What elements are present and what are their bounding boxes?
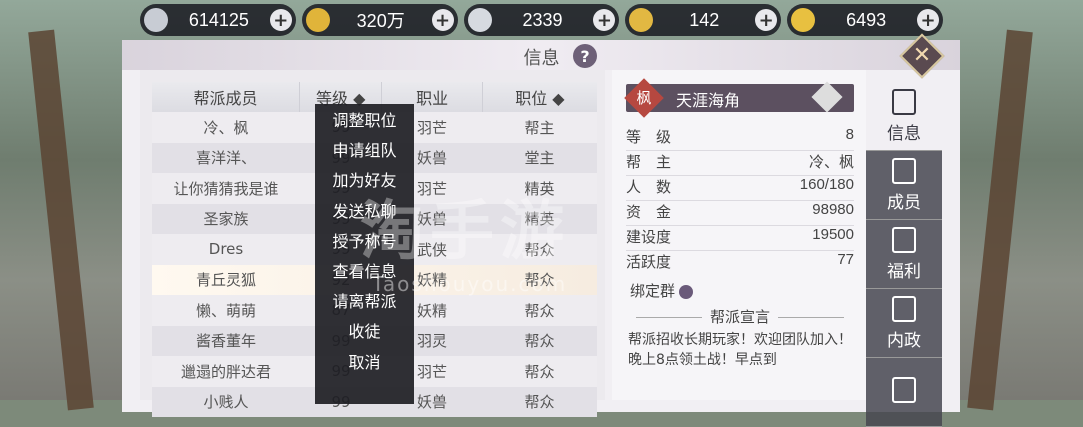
tab-more[interactable] (866, 358, 942, 427)
welfare-icon (892, 226, 916, 253)
member-position: 帮众 (524, 332, 555, 351)
add-resource-button[interactable]: + (755, 9, 778, 31)
watermark-url: Taoshouyou.com (372, 272, 568, 296)
member-name: 喜洋洋、 (195, 149, 256, 168)
silver-coin-icon (144, 8, 168, 32)
add-resource-button[interactable]: + (593, 9, 616, 31)
member-position: 帮众 (524, 301, 555, 320)
guild-badge: 枫 (624, 78, 664, 118)
background-pole-left (28, 29, 94, 411)
bind-group-link[interactable]: 绑定群 (630, 280, 694, 301)
add-resource-button[interactable]: + (269, 9, 292, 31)
stat-value: 98980 (812, 201, 854, 218)
watermark: 淘手游 (360, 195, 570, 269)
stat-label: 等 级 (626, 128, 672, 146)
silver-ingot-icon (467, 8, 492, 32)
resource-value: 6493 (846, 9, 887, 30)
tab-welfare[interactable]: 福利 (866, 220, 942, 289)
member-name: 青丘灵狐 (195, 271, 256, 290)
stat-value: 77 (837, 251, 854, 268)
resource-value: 2339 (522, 9, 563, 30)
stat-value: 冷、枫 (808, 154, 854, 171)
members-icon (892, 157, 916, 184)
declaration-title: 帮派宣言 (626, 306, 854, 327)
declaration-text: 帮派招收长期玩家！欢迎团队加入！晚上8点领土战！早点到 (628, 332, 852, 368)
guild-stat: 建设度 19500 (626, 226, 854, 251)
member-name: 懒、萌萌 (195, 301, 256, 320)
stat-label: 资 金 (626, 203, 672, 221)
qq-group-icon (679, 284, 694, 299)
member-name: 冷、枫 (203, 118, 249, 137)
resource-bar: 614125 + 320万 + 2339 + 142 + 6493 + (140, 0, 943, 40)
affairs-icon (892, 295, 916, 322)
menu-item[interactable]: 取消 (315, 346, 414, 376)
guild-stat: 人 数 160/180 (626, 176, 854, 201)
stat-value: 19500 (812, 226, 854, 243)
add-resource-button[interactable]: + (431, 9, 454, 31)
stat-label: 人 数 (626, 178, 672, 196)
stat-label: 帮 主 (626, 153, 672, 171)
member-name: 让你猜猜我是谁 (173, 179, 279, 198)
resource-0: 614125 + (140, 4, 296, 36)
gold-ingot-icon (791, 8, 816, 32)
resource-3: 142 + (625, 4, 782, 36)
tab-label: 福利 (887, 261, 921, 282)
stat-value: 8 (845, 126, 854, 143)
member-position: 帮主 (524, 118, 555, 137)
tab-label: 成员 (887, 192, 921, 213)
member-position: 帮众 (524, 393, 555, 412)
resource-value: 614125 (188, 9, 249, 30)
header-member[interactable]: 帮派成员 (152, 82, 300, 112)
resource-1: 320万 + (301, 4, 458, 36)
member-position: 堂主 (524, 149, 555, 168)
guild-stat: 活跃度 77 (626, 251, 854, 275)
member-position: 帮众 (524, 362, 555, 381)
member-name: 小贱人 (203, 393, 249, 412)
guild-stat: 资 金 98980 (626, 201, 854, 226)
member-name: 邋遢的胖达君 (180, 362, 271, 381)
guild-name: 天涯海角 (676, 91, 741, 110)
tab-label: 内政 (887, 330, 921, 351)
help-icon[interactable]: ? (573, 44, 597, 68)
member-name: 酱香董年 (195, 332, 256, 351)
locked-gold-ingot-icon (629, 8, 654, 32)
tab-members[interactable]: 成员 (866, 151, 942, 220)
tab-info[interactable]: 信息 (866, 82, 942, 151)
side-tabs: 信息 成员 福利 内政 (866, 82, 942, 427)
tab-label: 信息 (887, 123, 921, 144)
tab-affairs[interactable]: 内政 (866, 289, 942, 358)
add-resource-button[interactable]: + (916, 9, 939, 31)
background-pole-right (967, 29, 1033, 411)
member-name: 圣家族 (203, 210, 249, 229)
resource-value: 320万 (356, 11, 405, 31)
gold-coin-icon (305, 8, 330, 32)
guild-stat: 帮 主 冷、枫 (626, 151, 854, 176)
stat-value: 160/180 (799, 176, 854, 193)
info-icon (892, 88, 916, 115)
member-name: Dres (208, 240, 244, 259)
header-position-sort[interactable]: 职位 ◆ (483, 82, 597, 112)
close-icon: ✕ (912, 43, 932, 68)
guild-stat: 等 级 8 (626, 126, 854, 151)
menu-item[interactable]: 申请组队 (315, 134, 414, 164)
stat-label: 活跃度 (626, 253, 672, 271)
resource-value: 142 (689, 9, 720, 30)
resource-4: 6493 + (787, 4, 943, 36)
resource-2: 2339 + (463, 4, 620, 36)
more-icon (892, 377, 916, 403)
menu-item[interactable]: 收徒 (315, 315, 414, 345)
stat-label: 建设度 (626, 228, 672, 246)
menu-item[interactable]: 调整职位 (315, 104, 414, 134)
